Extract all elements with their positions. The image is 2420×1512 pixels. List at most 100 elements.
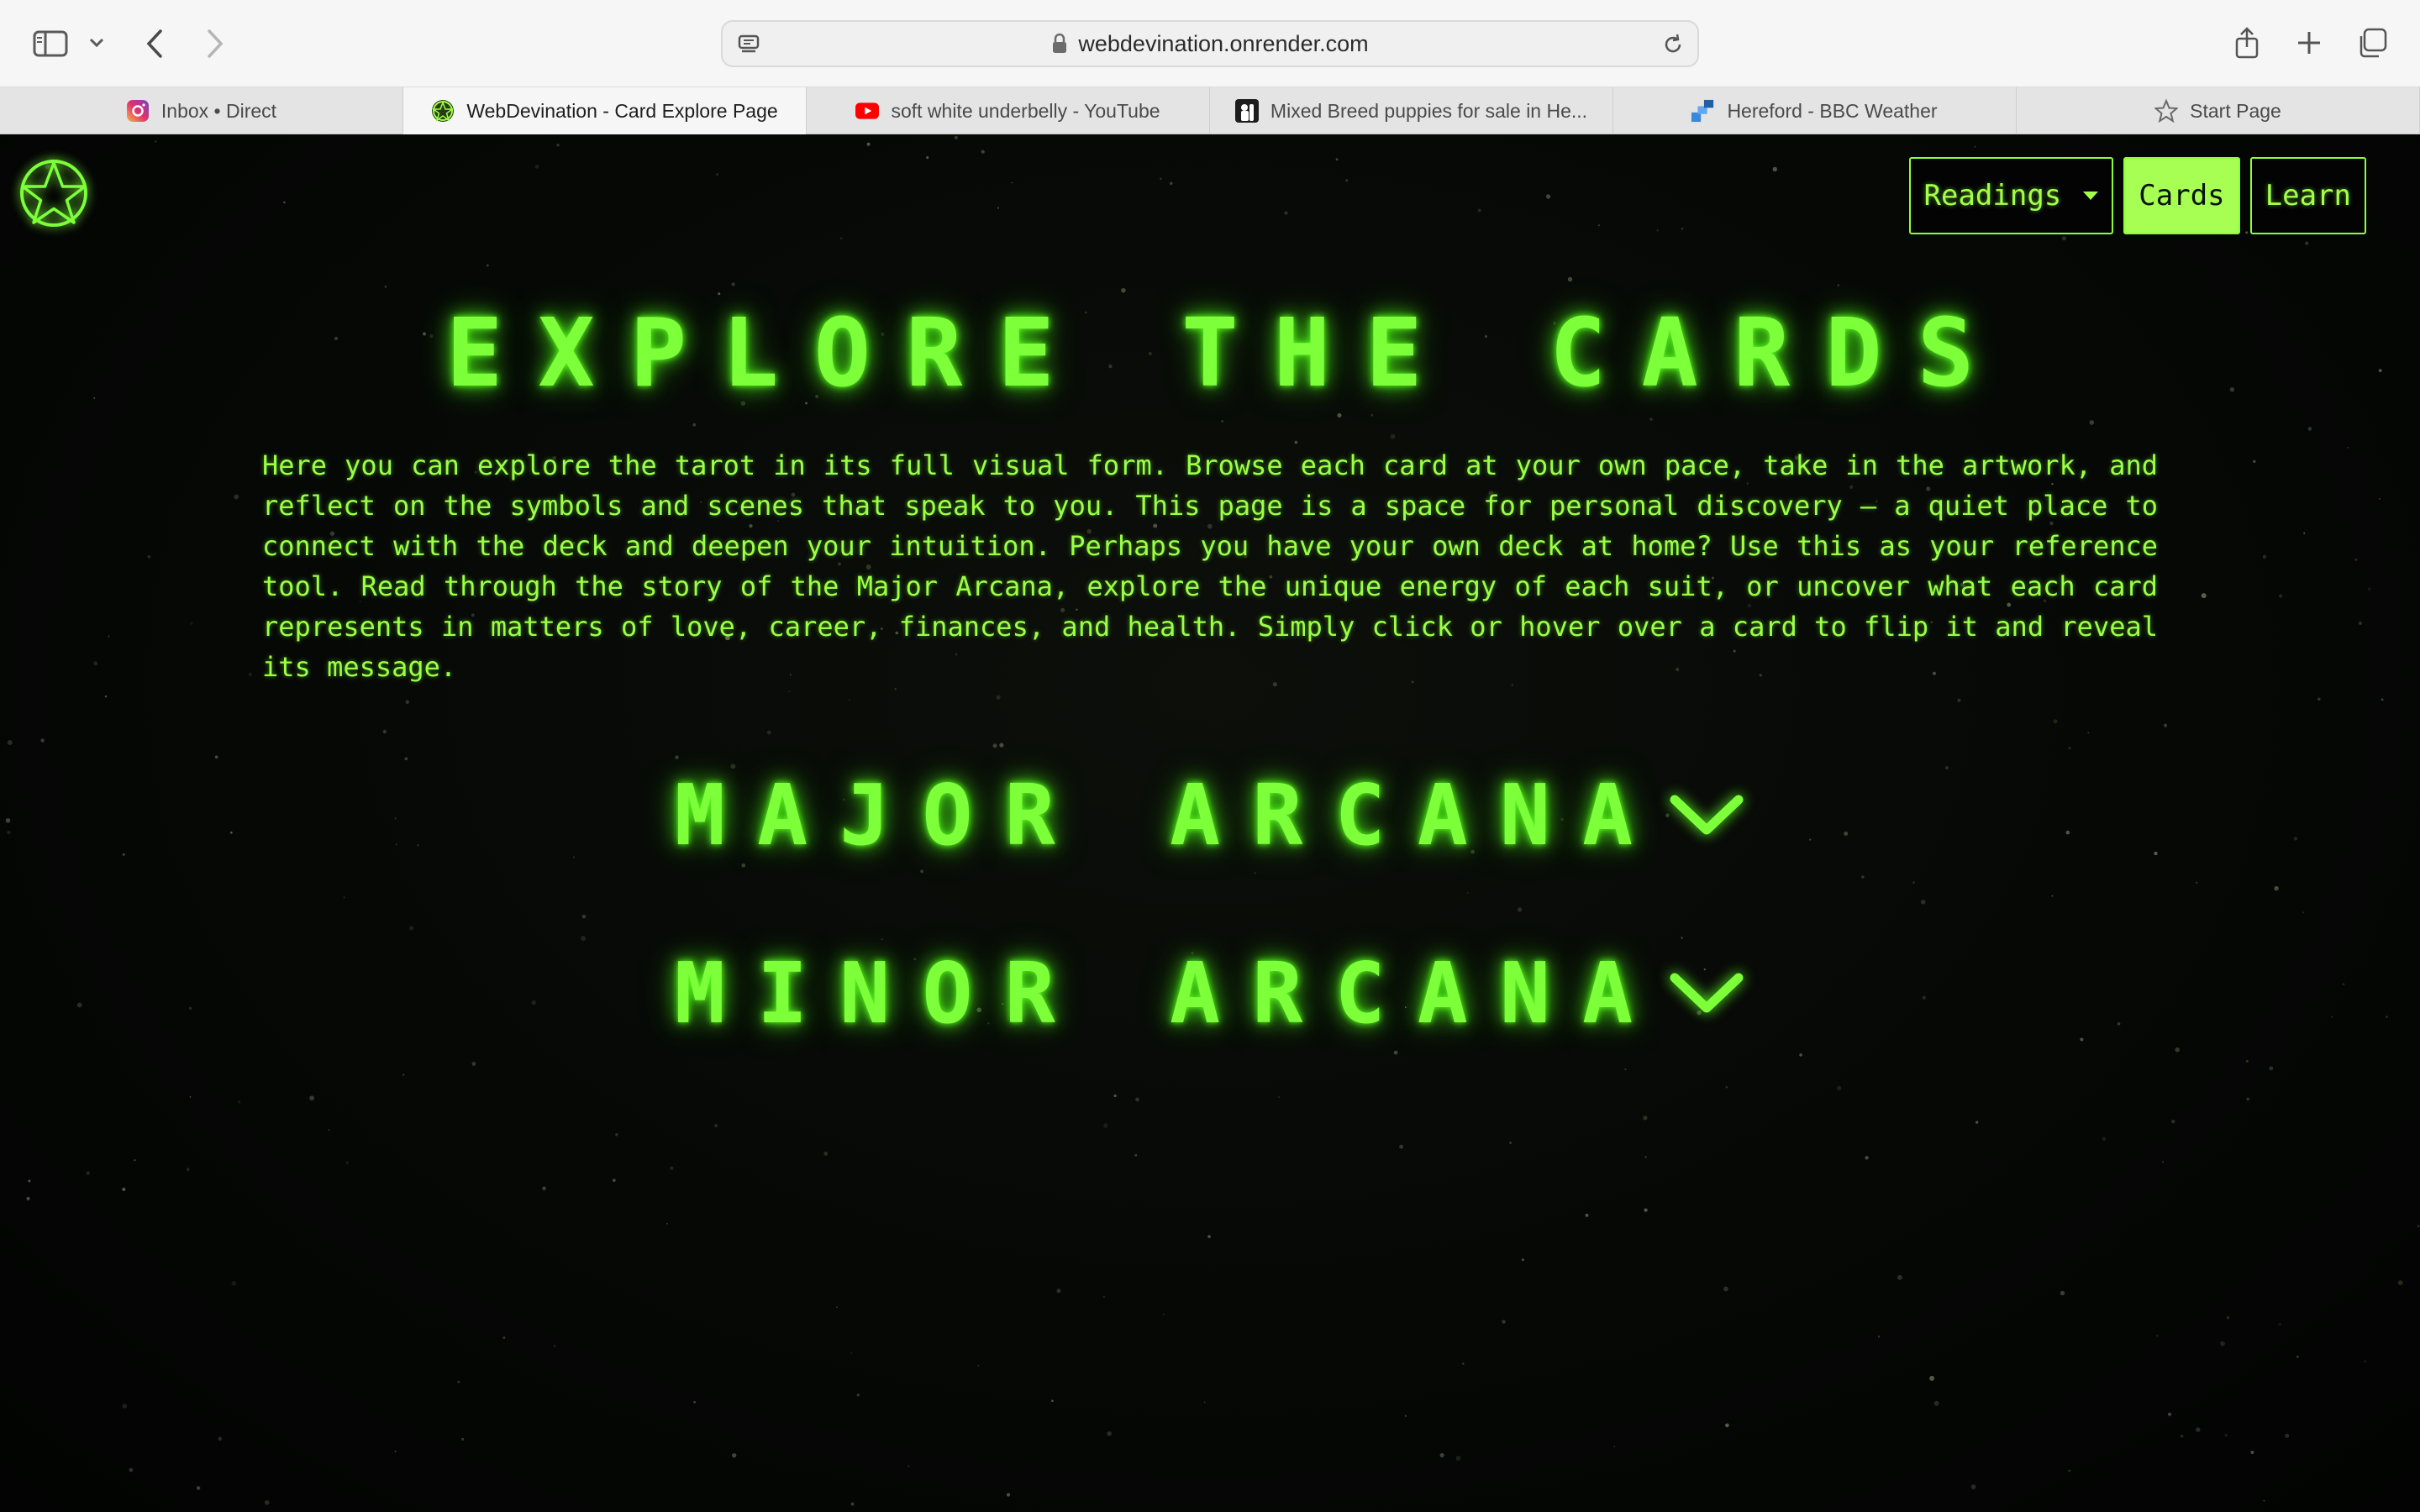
star-dot: [1203, 1401, 1206, 1404]
star-dot: [2226, 1315, 2230, 1320]
sidebar-toggle-icon[interactable]: [32, 27, 69, 60]
chevron-down-icon[interactable]: [1668, 790, 1745, 840]
star-dot: [26, 1196, 30, 1200]
star-dot: [1725, 1423, 1729, 1428]
star-dot: [384, 285, 387, 288]
main-nav: Readings Cards Learn: [1908, 157, 2366, 234]
star-dot: [2364, 1360, 2366, 1362]
star-dot: [1135, 1097, 1139, 1102]
minor-arcana-heading: MINOR ARCANA: [674, 943, 1665, 1042]
star-dot: [1399, 1144, 1404, 1149]
star-dot: [766, 730, 771, 735]
star-dot: [487, 264, 489, 267]
star-dot: [1056, 1289, 1061, 1294]
share-icon[interactable]: [2230, 24, 2264, 62]
star-dot: [1643, 1116, 1648, 1121]
star-dot: [894, 688, 897, 690]
star-dot: [926, 156, 929, 160]
star-dot: [1974, 145, 1976, 148]
star-dot: [1970, 1484, 1976, 1489]
star-dot: [2053, 719, 2058, 724]
star-dot: [1284, 211, 1288, 215]
star-dot: [2087, 732, 2090, 734]
star-dot: [93, 661, 98, 666]
star-dot: [1121, 287, 1126, 293]
star-dot: [693, 1400, 696, 1404]
tab-overview-icon[interactable]: [2354, 25, 2390, 60]
star-dot: [218, 1436, 222, 1441]
forward-icon[interactable]: [198, 25, 232, 62]
tab-inbox-direct[interactable]: Inbox • Direct: [0, 87, 403, 134]
star-dot: [1877, 1336, 1881, 1338]
star-dot: [1567, 276, 1573, 282]
star-dot: [2296, 1355, 2299, 1358]
star-dot: [1644, 1208, 1648, 1212]
tab-group-chevron-down-icon[interactable]: [86, 32, 108, 54]
star-dot: [2303, 532, 2306, 534]
star-dot: [2068, 1469, 2070, 1473]
star-dot: [2164, 723, 2168, 727]
star-dot: [1502, 1320, 1506, 1324]
tab-youtube[interactable]: soft white underbelly - YouTube: [807, 87, 1210, 134]
tab-webdevination[interactable]: WebDevination - Card Explore Page: [403, 87, 807, 134]
star-dot: [556, 144, 560, 147]
star-dot: [1897, 1274, 1902, 1280]
tab-puppies[interactable]: Mixed Breed puppies for sale in He...: [1210, 87, 1613, 134]
star-dot: [1725, 1086, 1728, 1089]
star-dot: [471, 1062, 476, 1066]
star-dot: [1335, 158, 1339, 161]
star-dot: [234, 494, 239, 500]
star-dot: [382, 729, 387, 734]
star-dot: [1649, 417, 1653, 421]
tab-bbc-weather[interactable]: Hereford - BBC Weather: [1613, 87, 2017, 134]
tab-start-page[interactable]: Start Page: [2017, 87, 2420, 134]
star-dot: [134, 1159, 136, 1162]
back-icon[interactable]: [138, 25, 171, 62]
star-dot: [283, 201, 286, 204]
star-dot: [981, 150, 985, 154]
star-dot: [1585, 1213, 1589, 1217]
star-dot: [823, 1152, 829, 1156]
star-dot: [2262, 554, 2267, 559]
page-title: EXPLORE THE CARDS: [445, 299, 2010, 408]
star-dot: [977, 1364, 980, 1367]
reload-icon[interactable]: [1660, 32, 1686, 57]
star-dot: [732, 1452, 737, 1458]
star-dot: [2156, 1335, 2159, 1337]
star-dot: [1345, 179, 1349, 182]
star-dot: [1837, 284, 1840, 286]
readings-label: Readings: [1923, 179, 2062, 213]
star-dot: [856, 1394, 860, 1397]
star-dot: [2250, 1451, 2254, 1454]
star-dot: [186, 1168, 190, 1171]
star-dot: [2378, 497, 2381, 500]
star-dot: [666, 1222, 668, 1225]
star-dot: [2263, 1499, 2265, 1502]
star-dot: [839, 237, 843, 240]
major-arcana-toggle[interactable]: MAJOR ARCANA: [0, 756, 2420, 874]
star-dot: [405, 700, 410, 705]
pentacle-logo-icon[interactable]: [18, 158, 89, 228]
star-dot: [1597, 224, 1600, 227]
star-dot: [1337, 412, 1342, 418]
chevron-down-icon[interactable]: [1668, 968, 1745, 1018]
star-dot: [502, 1336, 506, 1340]
star-dot: [850, 1502, 855, 1506]
star-dot: [714, 1124, 718, 1127]
star-dot: [248, 672, 253, 677]
star-dot: [1799, 1053, 1802, 1057]
star-dot: [1624, 1068, 1627, 1071]
star-dot: [2367, 587, 2371, 591]
address-bar[interactable]: webdevination.onrender.com: [721, 20, 1699, 67]
star-dot: [2269, 1066, 2274, 1071]
star-dot: [309, 1095, 314, 1101]
new-tab-icon[interactable]: [2292, 25, 2326, 60]
star-dot: [2358, 621, 2362, 625]
star-dot: [2201, 593, 2207, 599]
star-dot: [238, 1100, 241, 1104]
cards-label: Cards: [2139, 179, 2225, 213]
minor-arcana-toggle[interactable]: MINOR ARCANA: [0, 934, 2420, 1052]
readings-dropdown-button[interactable]: Readings: [1908, 157, 2114, 234]
cards-nav-button[interactable]: Cards: [2123, 157, 2240, 234]
learn-nav-button[interactable]: Learn: [2249, 157, 2366, 234]
